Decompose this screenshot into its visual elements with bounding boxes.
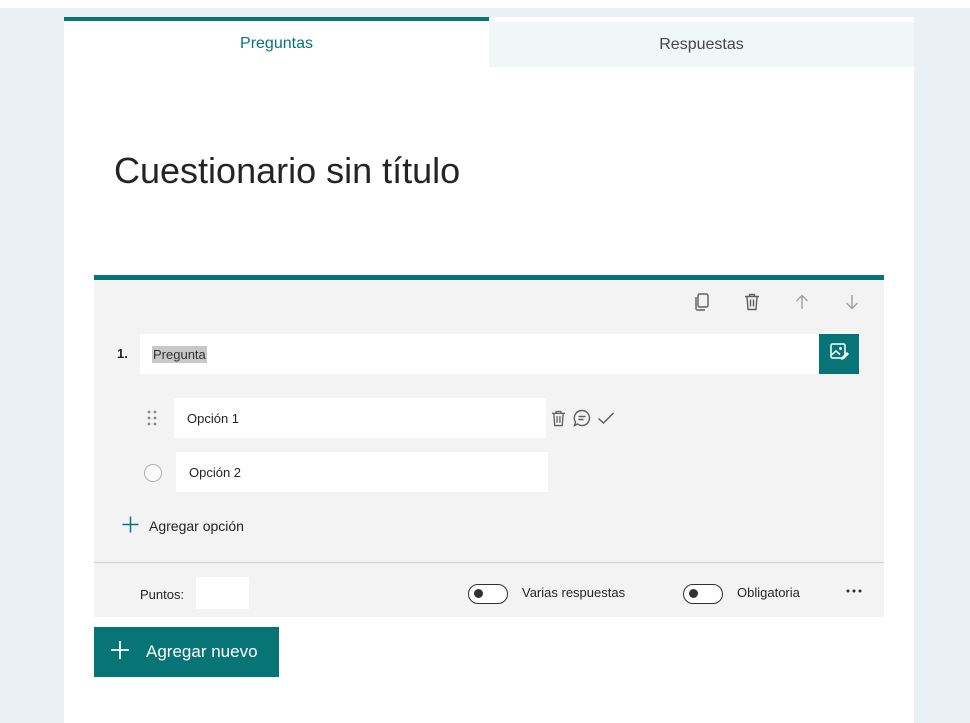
question-settings: Puntos: Varias respuestas Obligatoria [94,563,884,622]
more-options-icon[interactable] [844,581,864,601]
top-strip [0,0,970,8]
required-label: Obligatoria [737,585,800,600]
points-label: Puntos: [140,587,185,602]
add-new-label: Agregar nuevo [146,642,258,661]
image-edit-icon [829,342,849,367]
tab-preguntas[interactable]: Preguntas [64,17,489,67]
multiple-answers-label: Varias respuestas [522,585,626,600]
plus-icon [122,516,139,536]
question-number: 1. [117,346,128,361]
add-option-button[interactable]: Agregar opción [122,516,244,536]
comment-icon[interactable] [572,408,592,428]
points-input[interactable] [196,577,249,609]
tab-respuestas[interactable]: Respuestas [489,22,914,67]
delete-option-icon[interactable] [548,408,568,428]
question-card: 1. Pregunta Opción 1 Opción 2 Agregar op… [94,275,884,617]
plus-icon [110,640,130,665]
add-new-button[interactable]: Agregar nuevo [94,627,279,677]
arrow-down-icon[interactable] [840,290,864,314]
copy-icon[interactable] [690,290,714,314]
tab-bar: Preguntas Respuestas [64,17,914,67]
drag-handle-icon[interactable] [146,408,158,428]
option-actions [548,408,616,428]
trash-icon[interactable] [740,290,764,314]
question-text: Pregunta [152,345,207,363]
multiple-answers-toggle[interactable] [468,584,508,604]
check-icon[interactable] [596,408,616,428]
question-text-input[interactable]: Pregunta [140,334,820,374]
option-2-radio[interactable] [144,464,162,482]
option-1-input[interactable]: Opción 1 [174,398,546,438]
option-2-input[interactable]: Opción 2 [176,452,548,492]
insert-media-button[interactable] [819,334,859,374]
arrow-up-icon[interactable] [790,290,814,314]
question-toolbar [690,290,864,314]
required-toggle[interactable] [683,584,723,604]
form-card: Preguntas Respuestas Cuestionario sin tí… [64,17,914,723]
add-option-label: Agregar opción [149,518,244,534]
form-title[interactable]: Cuestionario sin título [114,150,460,192]
